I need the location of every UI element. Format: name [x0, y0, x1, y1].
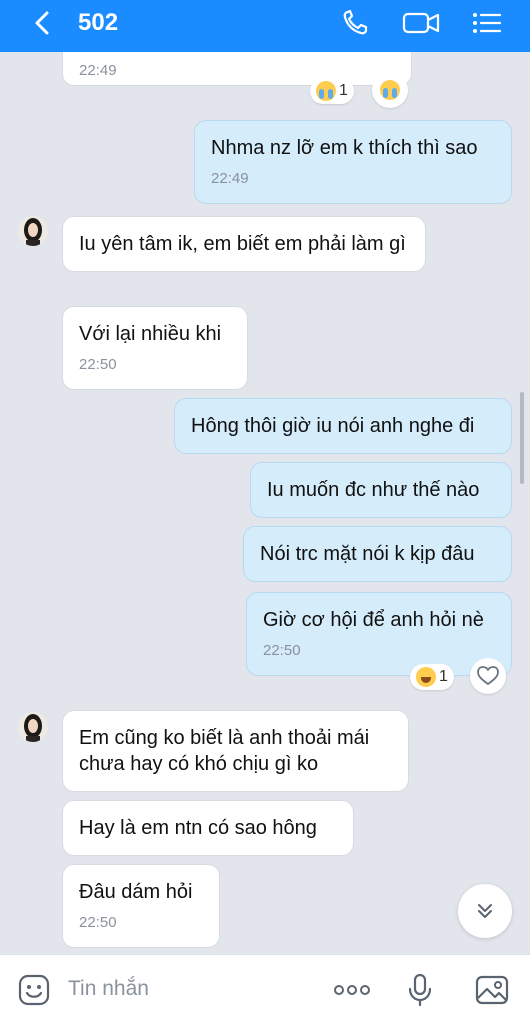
message-time: 22:50: [79, 914, 117, 931]
message-bubble-incoming[interactable]: Iu yên tâm ik, em biết em phải làm gì: [62, 216, 426, 272]
message-bubble-incoming[interactable]: 22:49: [62, 52, 412, 86]
message-text: Đâu dám hỏi: [79, 881, 193, 903]
phone-icon[interactable]: [340, 8, 374, 38]
crying-face-icon: [380, 80, 400, 100]
message-composer: Tin nhắn: [0, 954, 530, 1024]
message-input[interactable]: Tin nhắn: [68, 977, 149, 1001]
message-text: Hay là em ntn có sao hông: [79, 817, 317, 839]
heart-icon: [477, 666, 499, 685]
reaction-count: 1: [339, 82, 348, 99]
reaction-summary[interactable]: 1: [410, 664, 454, 690]
heart-react-button[interactable]: [470, 658, 506, 694]
message-text: Iu muốn đc như thế nào: [267, 479, 480, 501]
more-options-icon[interactable]: [332, 972, 372, 1008]
message-bubble-outgoing[interactable]: Iu muốn đc như thế nào: [250, 462, 512, 518]
chevron-double-down-icon: [478, 904, 492, 918]
chat-header: 502: [0, 0, 530, 52]
reaction-count: 1: [439, 668, 448, 685]
message-text: Iu yên tâm ik, em biết em phải làm gì: [79, 233, 406, 255]
message-text: Hông thôi giờ iu nói anh nghe đi: [191, 415, 475, 437]
message-bubble-outgoing[interactable]: Giờ cơ hội để anh hỏi nè 22:50: [246, 592, 512, 676]
message-list[interactable]: 22:49 1 Nhma nz lỡ em k thích thì sao 22…: [0, 52, 530, 954]
chat-title[interactable]: 502: [78, 9, 118, 37]
message-bubble-outgoing[interactable]: Hông thôi giờ iu nói anh nghe đi: [174, 398, 512, 454]
message-bubble-outgoing[interactable]: Nhma nz lỡ em k thích thì sao 22:49: [194, 120, 512, 204]
back-icon[interactable]: [28, 8, 58, 38]
sticker-icon[interactable]: [16, 972, 52, 1008]
message-time: 22:50: [263, 642, 301, 659]
message-text: Với lại nhiều khi: [79, 323, 222, 345]
menu-list-icon[interactable]: [470, 8, 504, 38]
video-call-icon[interactable]: [402, 8, 440, 38]
message-text: Nhma nz lỡ em k thích thì sao: [211, 137, 478, 159]
message-time: 22:49: [211, 170, 249, 187]
avatar[interactable]: [18, 712, 48, 742]
message-bubble-incoming[interactable]: Hay là em ntn có sao hông: [62, 800, 354, 856]
message-bubble-incoming[interactable]: Em cũng ko biết là anh thoải mái chưa ha…: [62, 710, 409, 792]
reaction-summary[interactable]: 1: [310, 78, 354, 104]
message-bubble-incoming[interactable]: Với lại nhiều khi 22:50: [62, 306, 248, 390]
avatar[interactable]: [18, 216, 48, 246]
microphone-icon[interactable]: [402, 972, 438, 1008]
scroll-to-bottom-button[interactable]: [458, 884, 512, 938]
image-icon[interactable]: [474, 972, 510, 1008]
scrollbar[interactable]: [520, 392, 524, 484]
crying-face-icon: [316, 81, 336, 101]
message-text: Nói trc mặt nói k kịp đâu: [260, 543, 475, 565]
laughing-face-icon: [416, 667, 436, 687]
message-time: 22:49: [79, 62, 117, 79]
message-time: 22:50: [79, 356, 117, 373]
message-text: Giờ cơ hội để anh hỏi nè: [263, 609, 484, 631]
message-text: Em cũng ko biết là anh thoải mái chưa ha…: [79, 727, 370, 775]
message-bubble-incoming[interactable]: Đâu dám hỏi 22:50: [62, 864, 220, 948]
react-button[interactable]: [372, 72, 408, 108]
message-bubble-outgoing[interactable]: Nói trc mặt nói k kịp đâu: [243, 526, 512, 582]
